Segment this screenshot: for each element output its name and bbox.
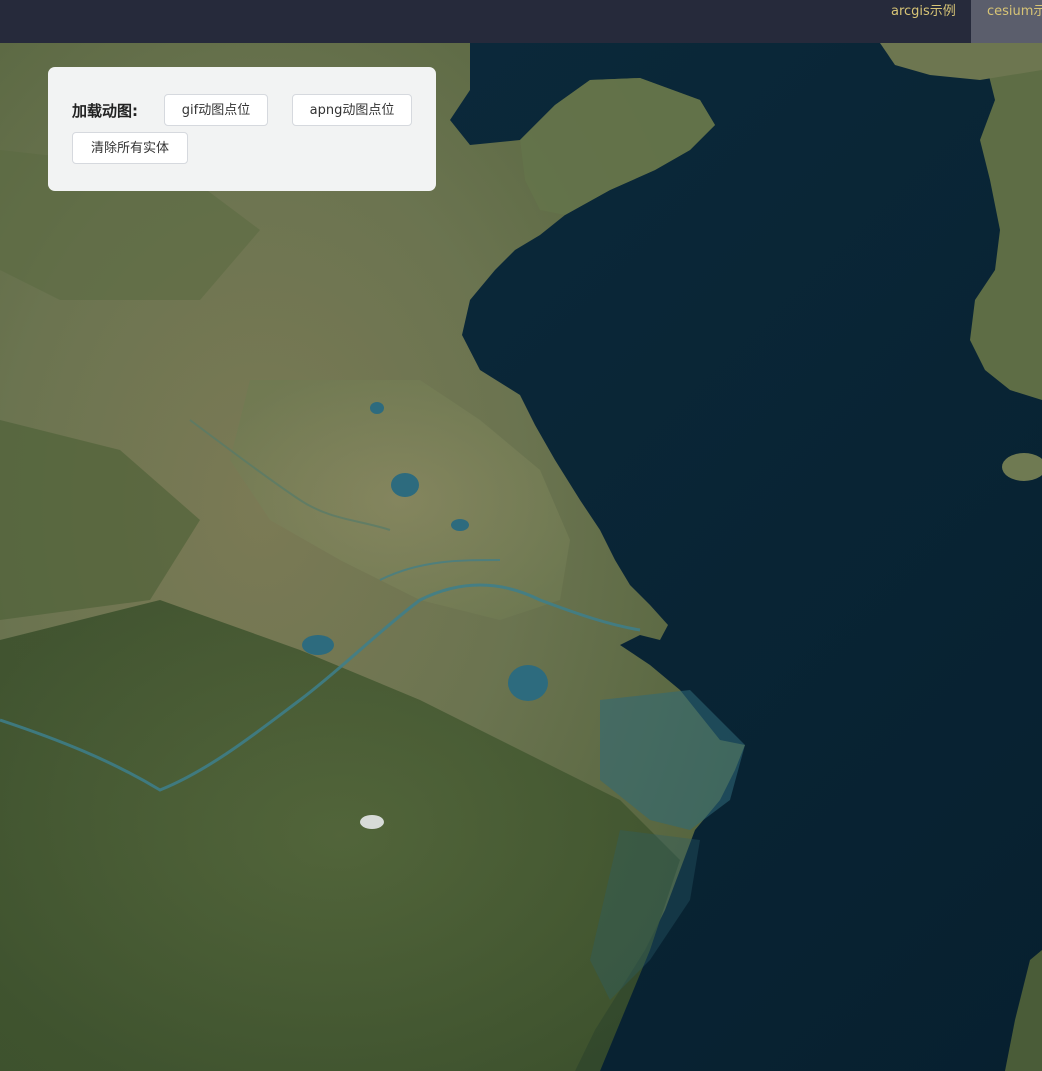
apng-marker-button[interactable]: apng动图点位 (292, 94, 412, 126)
tab-cesium[interactable]: cesium示例 (971, 0, 1042, 43)
satellite-map-viewer[interactable] (0, 43, 1042, 1071)
top-nav-bar: arcgis示例 cesium示例 (0, 0, 1042, 43)
load-animation-label: 加载动图: (72, 102, 138, 120)
gif-marker-button[interactable]: gif动图点位 (164, 94, 268, 126)
clear-entities-button[interactable]: 清除所有实体 (72, 132, 188, 164)
tab-arcgis[interactable]: arcgis示例 (876, 0, 971, 43)
control-panel: 加载动图: gif动图点位 apng动图点位 清除所有实体 (48, 67, 436, 191)
taihu-lake (508, 665, 548, 701)
